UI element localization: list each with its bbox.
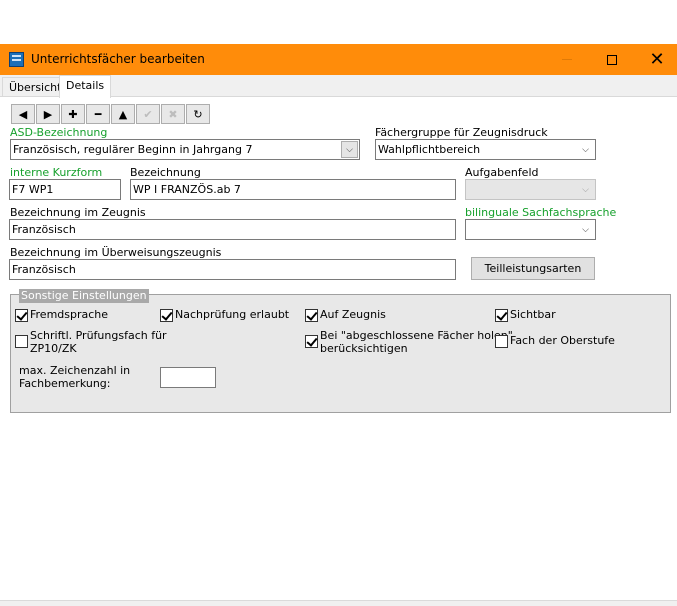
close-icon: ✕: [649, 49, 665, 70]
max-zeichen-label-line1: max. Zeichenzahl in: [19, 364, 131, 377]
kurzform-input[interactable]: F7 WP1: [9, 179, 121, 200]
checkbox-checked-icon: [160, 309, 173, 322]
bezeichnung-input[interactable]: WP I FRANZÖS.ab 7: [130, 179, 456, 200]
navigation-toolbar: ◀ ▶ ✚ ━ ▲ ✔ ✖ ↻: [11, 104, 211, 124]
fremdsprache-checkbox[interactable]: Fremdsprache: [15, 308, 108, 322]
checkbox-checked-icon: [495, 309, 508, 322]
previous-button[interactable]: ◀: [11, 104, 35, 124]
next-icon: ▶: [43, 107, 53, 121]
max-zeichen-label-line2: Fachbemerkung:: [19, 377, 111, 390]
nachpruefung-label: Nachprüfung erlaubt: [175, 308, 290, 321]
checkbox-unchecked-icon: [495, 335, 508, 348]
zeugnis-input[interactable]: Französisch: [9, 219, 456, 240]
fremdsprache-label: Fremdsprache: [30, 308, 109, 321]
chevron-down-icon: ⌵: [582, 144, 589, 155]
confirm-button[interactable]: ✔: [136, 104, 160, 124]
delete-button[interactable]: ━: [86, 104, 110, 124]
ueberweisung-input[interactable]: Französisch: [9, 259, 456, 280]
checkbox-checked-icon: [305, 309, 318, 322]
abgeschlossen-label-line2: berücksichtigen: [320, 342, 408, 355]
settings-group-title: Sonstige Einstellungen: [19, 289, 149, 303]
tab-strip: Übersicht Details: [0, 75, 677, 98]
abgeschlossen-label: Bei "abgeschlossene Fächer holen" berück…: [320, 329, 513, 355]
pruefungsfach-label-line2: ZP10/ZK: [30, 342, 77, 355]
tab-details[interactable]: Details: [59, 75, 112, 98]
close-button[interactable]: ✕: [634, 44, 677, 75]
details-panel: ◀ ▶ ✚ ━ ▲ ✔ ✖ ↻ ASD-Bezeichnung Französi…: [0, 96, 677, 606]
teilleistungsarten-button[interactable]: Teilleistungsarten: [471, 257, 595, 280]
up-icon: ▲: [118, 107, 128, 121]
abgeschlossen-label-line1: Bei "abgeschlossene Fächer holen": [320, 329, 513, 342]
add-button[interactable]: ✚: [61, 104, 85, 124]
asd-select[interactable]: Französisch, regulärer Beginn in Jahrgan…: [10, 139, 360, 160]
maximize-button[interactable]: [589, 44, 635, 75]
next-button[interactable]: ▶: [36, 104, 60, 124]
settings-group: Sonstige Einstellungen Fremdsprache Nach…: [10, 289, 671, 413]
abgeschlossen-checkbox[interactable]: Bei "abgeschlossene Fächer holen" berück…: [305, 329, 513, 355]
up-button[interactable]: ▲: [111, 104, 135, 124]
asd-label: ASD-Bezeichnung: [10, 126, 108, 139]
confirm-icon: ✔: [143, 107, 153, 121]
faechergruppe-label: Fächergruppe für Zeugnisdruck: [375, 126, 548, 139]
checkbox-checked-icon: [15, 309, 28, 322]
chevron-down-icon: ⌵: [341, 141, 358, 158]
pruefungsfach-label: Schriftl. Prüfungsfach für ZP10/ZK: [30, 329, 167, 355]
minimize-icon: [562, 59, 572, 60]
nachpruefung-checkbox[interactable]: Nachprüfung erlaubt: [160, 308, 289, 322]
bilingual-label: bilinguale Sachfachsprache: [465, 206, 617, 219]
oberstufe-label: Fach der Oberstufe: [510, 334, 615, 347]
previous-icon: ◀: [18, 107, 28, 121]
ueberweisung-label: Bezeichnung im Überweisungszeugnis: [10, 246, 222, 259]
oberstufe-checkbox[interactable]: Fach der Oberstufe: [495, 334, 615, 348]
aufgabenfeld-select[interactable]: ⌵: [465, 179, 596, 200]
title-bar[interactable]: Unterrichtsfächer bearbeiten ✕: [0, 44, 677, 75]
aufzeugnis-label: Auf Zeugnis: [320, 308, 386, 321]
kurzform-label: interne Kurzform: [10, 166, 103, 179]
maximize-icon: [607, 54, 617, 65]
cancel-icon: ✖: [168, 107, 178, 121]
max-zeichen-label: max. Zeichenzahl in Fachbemerkung:: [19, 364, 130, 390]
chevron-down-icon: ⌵: [582, 184, 589, 195]
delete-icon: ━: [94, 107, 102, 121]
checkbox-unchecked-icon: [15, 335, 28, 348]
checkbox-checked-icon: [305, 335, 318, 348]
minimize-button[interactable]: [544, 44, 590, 75]
pruefungsfach-checkbox[interactable]: Schriftl. Prüfungsfach für ZP10/ZK: [15, 329, 167, 355]
asd-value: Französisch, regulärer Beginn in Jahrgan…: [13, 143, 253, 156]
aufzeugnis-checkbox[interactable]: Auf Zeugnis: [305, 308, 386, 322]
pruefungsfach-label-line1: Schriftl. Prüfungsfach für: [30, 329, 167, 342]
faechergruppe-value: Wahlpflichtbereich: [378, 143, 481, 156]
zeugnis-label: Bezeichnung im Zeugnis: [10, 206, 146, 219]
add-icon: ✚: [68, 107, 78, 121]
sichtbar-label: Sichtbar: [510, 308, 556, 321]
dialog-window: Unterrichtsfächer bearbeiten ✕ Übersicht…: [0, 44, 677, 606]
refresh-button[interactable]: ↻: [186, 104, 210, 124]
refresh-icon: ↻: [193, 107, 203, 121]
window-title: Unterrichtsfächer bearbeiten: [31, 52, 205, 66]
bilingual-select[interactable]: ⌵: [465, 219, 596, 240]
bezeichnung-label: Bezeichnung: [130, 166, 201, 179]
chevron-down-icon: ⌵: [582, 224, 589, 235]
app-icon: [9, 52, 24, 67]
cancel-button[interactable]: ✖: [161, 104, 185, 124]
sichtbar-checkbox[interactable]: Sichtbar: [495, 308, 556, 322]
faechergruppe-select[interactable]: Wahlpflichtbereich ⌵: [375, 139, 596, 160]
max-zeichen-input[interactable]: [160, 367, 216, 388]
status-strip: [0, 600, 677, 606]
aufgabenfeld-label: Aufgabenfeld: [465, 166, 539, 179]
